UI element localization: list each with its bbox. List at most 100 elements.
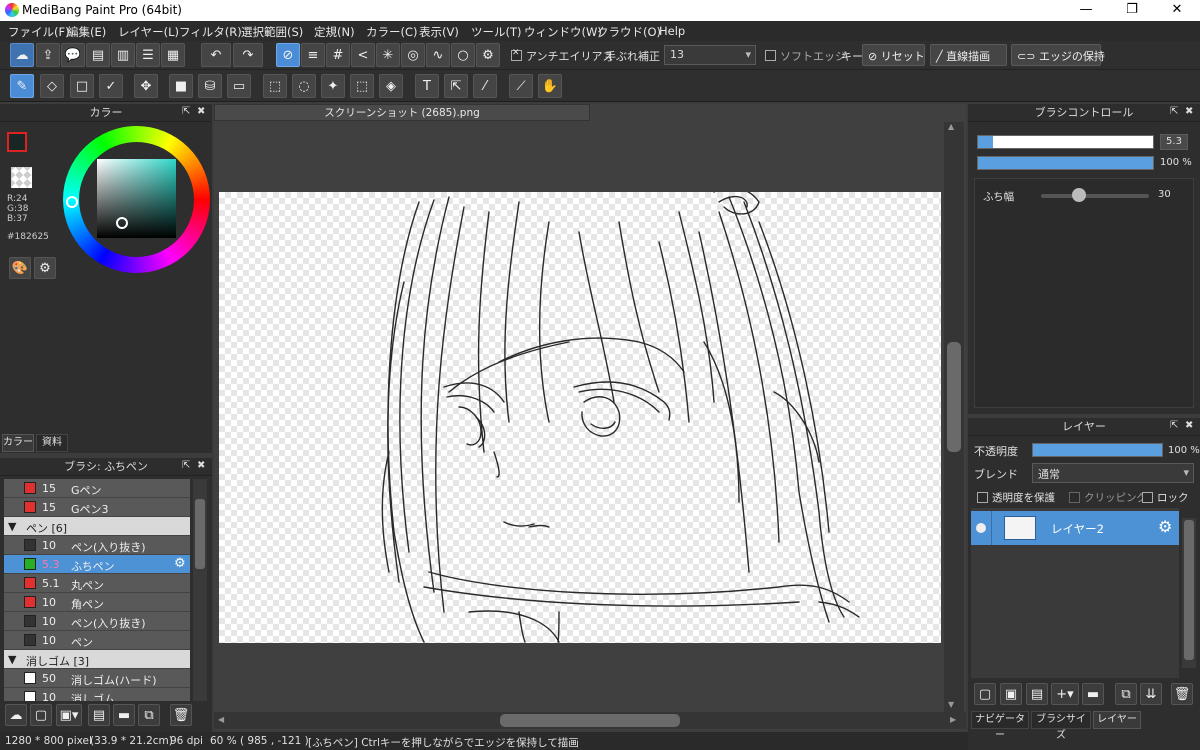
document-tab[interactable]: スクリーンショット (2685).png bbox=[214, 104, 590, 121]
line-draw-button[interactable]: ╱ 直線描画 bbox=[930, 44, 1007, 66]
magic-wand-icon[interactable]: ✦ bbox=[321, 74, 345, 98]
brush-row[interactable]: 5.1 丸ペン bbox=[4, 574, 190, 593]
eraser-tool-icon[interactable]: ◇ bbox=[40, 74, 64, 98]
edge-width-handle[interactable] bbox=[1072, 188, 1086, 202]
blend-select[interactable]: 通常 bbox=[1032, 463, 1194, 483]
vertical-scrollbar[interactable]: ▲ ▼ bbox=[944, 122, 964, 712]
sv-picker-handle[interactable] bbox=[116, 217, 128, 229]
speech-bubble-icon[interactable]: 💬 bbox=[61, 43, 85, 67]
hue-picker-handle[interactable] bbox=[66, 196, 78, 208]
menu-help[interactable]: Help bbox=[659, 24, 685, 38]
layer-scrollbar[interactable] bbox=[1182, 518, 1196, 668]
new-halftone-layer-icon[interactable]: ▣ bbox=[1000, 683, 1022, 705]
horizontal-scrollbar[interactable]: ◀ ▶ bbox=[214, 712, 966, 729]
layer-settings-icon[interactable]: ⚙ bbox=[1158, 517, 1172, 536]
vertical-scroll-thumb[interactable] bbox=[947, 342, 961, 452]
menu-tools[interactable]: ツール(T) bbox=[471, 24, 522, 40]
merge-layer-icon[interactable]: ⇊ bbox=[1140, 683, 1162, 705]
maximize-button[interactable]: ❐ bbox=[1109, 0, 1155, 21]
brush-row[interactable]: 10 ペン(入り抜き) bbox=[4, 612, 190, 631]
trash-icon[interactable]: 🗑 bbox=[1171, 683, 1193, 705]
undock-icon[interactable]: ⇱ bbox=[1170, 420, 1178, 431]
brush-scroll-thumb[interactable] bbox=[195, 499, 205, 569]
dot-tool-icon[interactable]: □ bbox=[70, 74, 94, 98]
protect-alpha-checkbox[interactable] bbox=[977, 492, 988, 503]
brush-group-row[interactable]: ▼ 消しゴム [3] bbox=[4, 650, 190, 669]
duplicate-icon[interactable]: ⧉ bbox=[138, 704, 160, 726]
keep-edge-button[interactable]: ⊂⊃ エッジの保持 bbox=[1011, 44, 1105, 66]
duplicate-layer-icon[interactable]: ⧉ bbox=[1115, 683, 1137, 705]
saturation-value-square[interactable] bbox=[97, 159, 176, 238]
tab-layer[interactable]: レイヤー bbox=[1093, 711, 1141, 729]
document-canvas[interactable] bbox=[219, 192, 941, 643]
brush-tool-icon[interactable]: ✎ bbox=[10, 74, 34, 98]
cloud-icon[interactable]: ☁ bbox=[10, 43, 34, 67]
frame-divide-icon[interactable]: ⁄ bbox=[473, 74, 497, 98]
scroll-down-icon[interactable]: ▼ bbox=[948, 700, 954, 709]
layer-scroll-thumb[interactable] bbox=[1184, 520, 1194, 660]
comment-icon[interactable]: ▤ bbox=[86, 43, 110, 67]
clipping-checkbox[interactable] bbox=[1069, 492, 1080, 503]
brush-row[interactable]: 10 消しゴム bbox=[4, 688, 190, 701]
blur-tool-icon[interactable]: ✓ bbox=[99, 74, 123, 98]
parallel-snap-icon[interactable]: ≡ bbox=[301, 43, 325, 67]
panel-close-icon[interactable]: ✖ bbox=[197, 106, 205, 117]
snap-off-icon[interactable]: ⊘ bbox=[276, 43, 300, 67]
reset-button[interactable]: ⊘ リセット bbox=[862, 44, 925, 66]
new-layer-icon[interactable]: ▢ bbox=[974, 683, 996, 705]
brush-row[interactable]: 10 ペン bbox=[4, 631, 190, 650]
add-layer-menu-icon[interactable]: +▾ bbox=[1051, 683, 1079, 705]
stabilizer-select[interactable]: 13 bbox=[664, 45, 756, 65]
brush-row[interactable]: 15 Gペン3 bbox=[4, 498, 190, 517]
expand-arrow-icon[interactable]: ▼ bbox=[8, 520, 16, 533]
menu-file[interactable]: ファイル(F) bbox=[8, 24, 70, 40]
text-tool-icon[interactable]: T bbox=[415, 74, 439, 98]
add-brush-icon[interactable]: ▣▾ bbox=[56, 704, 82, 726]
brush-row[interactable]: 5.3 ふちペン ⚙ bbox=[4, 555, 190, 574]
layer-opacity-slider[interactable] bbox=[1032, 443, 1163, 457]
brush-settings-gear-icon[interactable]: ⚙ bbox=[174, 556, 186, 571]
brush-size-slider[interactable] bbox=[977, 135, 1154, 149]
menu-selection[interactable]: 選択範囲(S) bbox=[241, 24, 303, 40]
brush-settings-icon[interactable]: ▤ bbox=[88, 704, 110, 726]
scroll-right-icon[interactable]: ▶ bbox=[950, 715, 956, 724]
close-button[interactable]: ✕ bbox=[1154, 0, 1200, 21]
brush-opacity-slider[interactable] bbox=[977, 156, 1154, 170]
operation-tool-icon[interactable]: ⇱ bbox=[444, 74, 468, 98]
undock-icon[interactable]: ⇱ bbox=[182, 460, 190, 471]
horizontal-scroll-thumb[interactable] bbox=[500, 714, 680, 727]
new-brush-icon[interactable]: ▢ bbox=[30, 704, 52, 726]
eyedropper-icon[interactable]: ⟋ bbox=[509, 74, 533, 98]
rect-select-icon[interactable]: ⬚ bbox=[263, 74, 287, 98]
menu-cloud[interactable]: クラウド(O) bbox=[597, 24, 661, 40]
trash-icon[interactable]: 🗑 bbox=[170, 704, 192, 726]
eye-icon[interactable] bbox=[976, 523, 986, 533]
edge-width-slider[interactable] bbox=[1041, 194, 1149, 198]
redo-icon[interactable]: ↷ bbox=[233, 43, 263, 67]
tab-brush-size[interactable]: ブラシサイズ bbox=[1031, 711, 1091, 741]
transparent-color-swatch[interactable] bbox=[11, 167, 32, 188]
circle-snap-icon[interactable]: ○ bbox=[451, 43, 475, 67]
fill-rect-icon[interactable]: ■ bbox=[169, 74, 193, 98]
gear-icon[interactable]: ⚙ bbox=[476, 43, 500, 67]
undo-icon[interactable]: ↶ bbox=[201, 43, 231, 67]
new-1bit-layer-icon[interactable]: ▤ bbox=[1026, 683, 1048, 705]
hand-tool-icon[interactable]: ✋ bbox=[538, 74, 562, 98]
panel-close-icon[interactable]: ✖ bbox=[1185, 106, 1193, 117]
brush-cloud-icon[interactable]: ☁ bbox=[5, 704, 27, 726]
layer-row[interactable]: レイヤー2 ⚙ bbox=[971, 511, 1179, 545]
concentric-snap-icon[interactable]: ◎ bbox=[401, 43, 425, 67]
palette-icon[interactable]: 🎨 bbox=[9, 257, 31, 279]
brush-row[interactable]: 15 Gペン bbox=[4, 479, 190, 498]
soft-edge-checkbox[interactable] bbox=[765, 50, 776, 61]
curve-snap-icon[interactable]: ∿ bbox=[426, 43, 450, 67]
bucket-icon[interactable]: ⛁ bbox=[198, 74, 222, 98]
panel-close-icon[interactable]: ✖ bbox=[197, 460, 205, 471]
gradient-icon[interactable]: ▭ bbox=[227, 74, 251, 98]
perspective-snap-icon[interactable]: < bbox=[351, 43, 375, 67]
lasso-select-icon[interactable]: ◌ bbox=[292, 74, 316, 98]
panel-close-icon[interactable]: ✖ bbox=[1185, 420, 1193, 431]
select-pen-icon[interactable]: ⬚ bbox=[350, 74, 374, 98]
minimize-button[interactable]: — bbox=[1063, 0, 1109, 21]
undock-icon[interactable]: ⇱ bbox=[182, 106, 190, 117]
